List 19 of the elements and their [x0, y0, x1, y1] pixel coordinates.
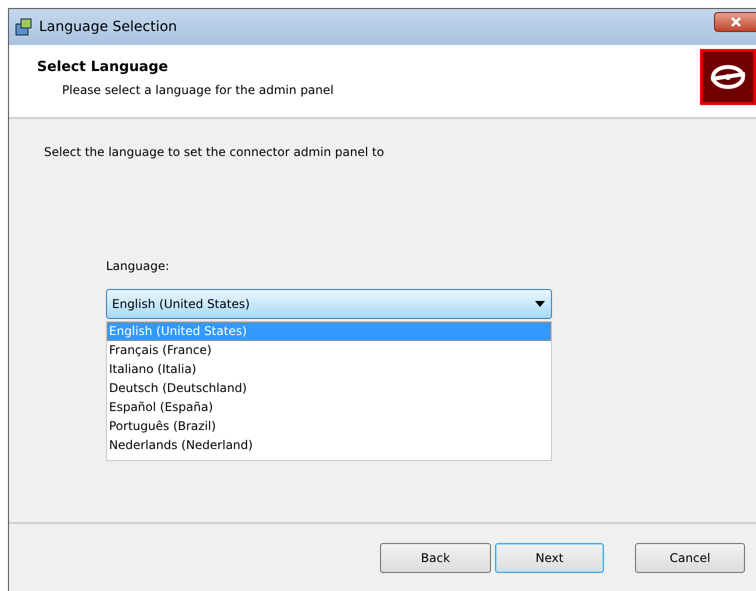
- language-dropdown[interactable]: English (United States): [106, 289, 552, 319]
- dropdown-option[interactable]: Français (France): [107, 341, 551, 360]
- dropdown-option[interactable]: Español (España): [107, 398, 551, 417]
- close-icon: [730, 17, 742, 27]
- dialog-button[interactable]: Next: [495, 543, 604, 573]
- instruction-text: Select the language to set the connector admin panel to: [44, 145, 386, 159]
- field-label: Language:: [106, 259, 170, 273]
- dropdown-option[interactable]: Português (Brazil): [107, 417, 551, 436]
- page-title: Select Language: [37, 59, 170, 75]
- dropdown-option[interactable]: Italiano (Italia): [107, 360, 551, 379]
- dialog-button[interactable]: Cancel: [635, 543, 745, 573]
- installer-icon: [15, 18, 33, 36]
- dropdown-option[interactable]: Deutsch (Deutschland): [107, 379, 551, 398]
- page-subtitle: Please select a language for the admin panel: [61, 83, 335, 97]
- close-button[interactable]: [714, 12, 756, 32]
- disc-icon: [709, 62, 747, 92]
- dropdown-option[interactable]: Nederlands (Nederland): [107, 436, 551, 455]
- dialog-button[interactable]: Back: [380, 543, 491, 573]
- window-title: Language Selection: [39, 19, 178, 35]
